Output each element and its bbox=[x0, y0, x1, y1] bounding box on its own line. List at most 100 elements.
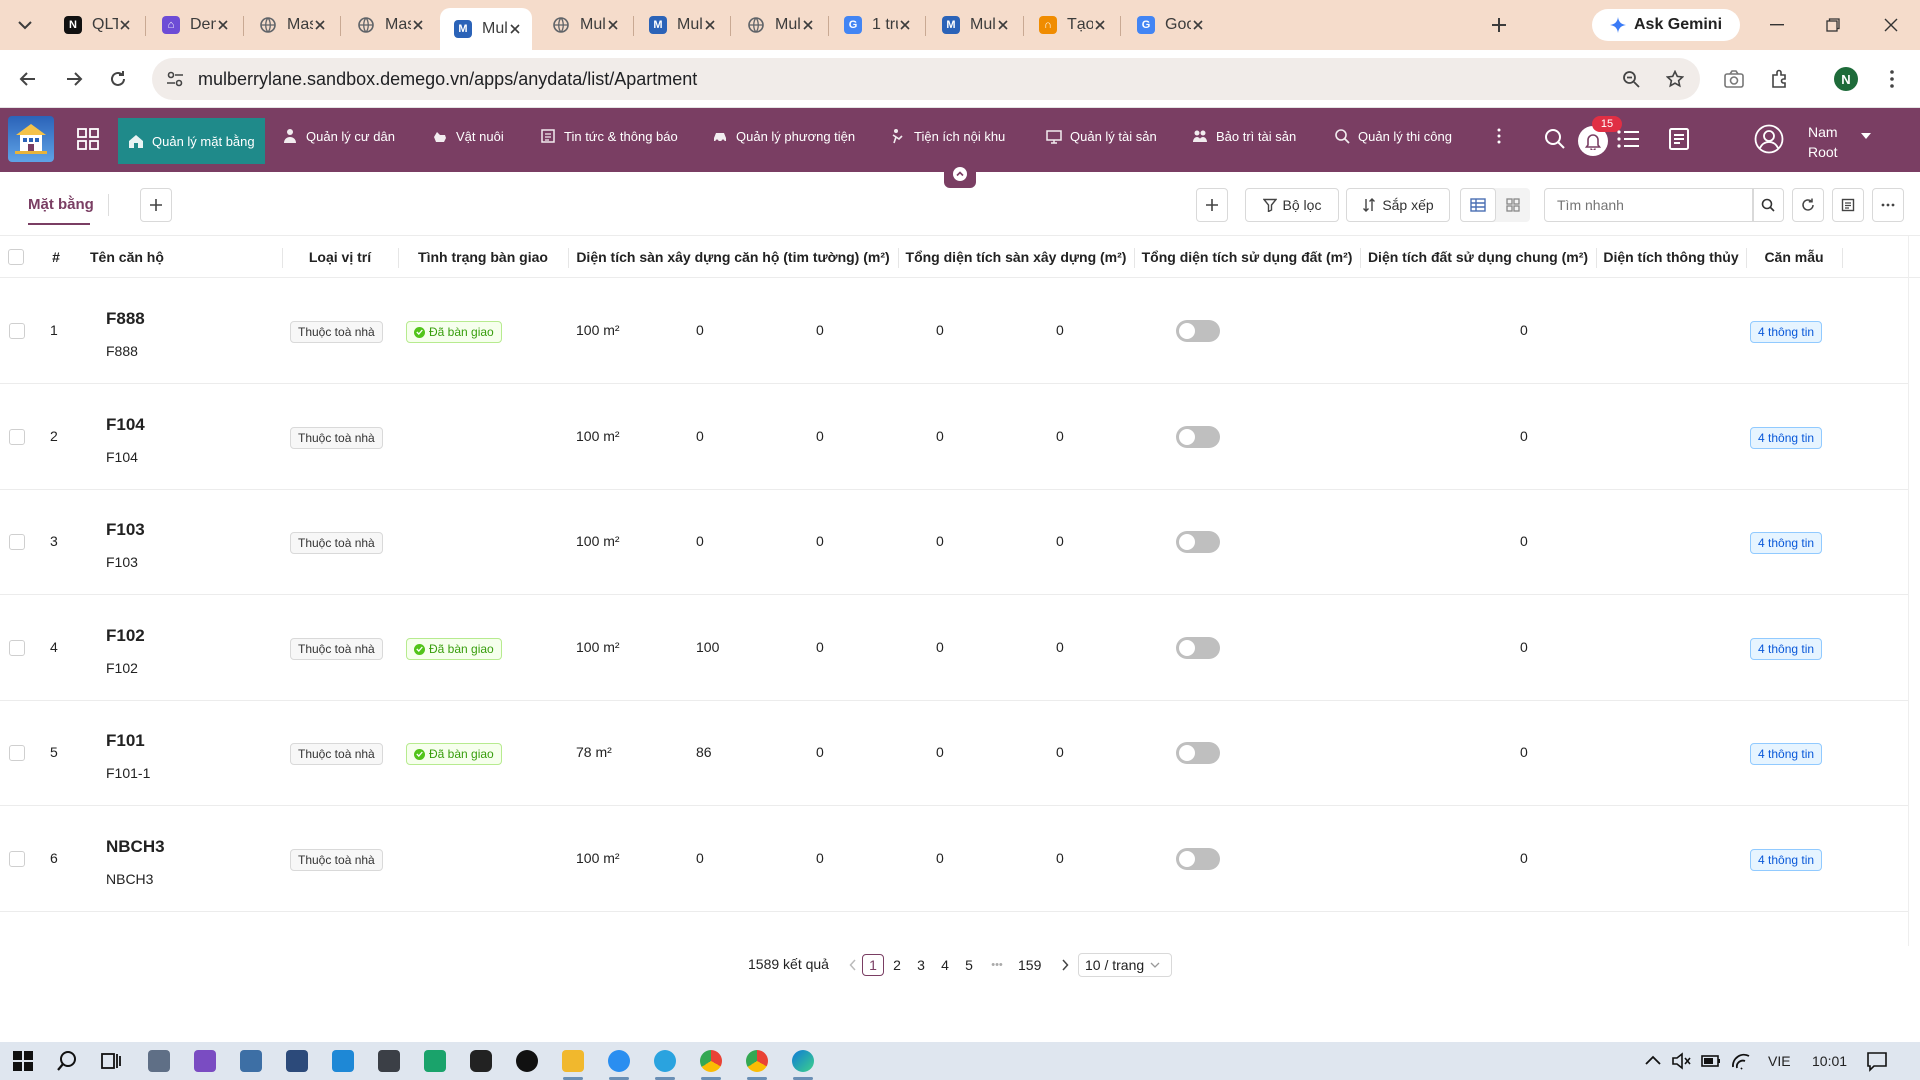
table-row[interactable]: 5 F101 F101-1 Thuộc toà nhà Đã bàn giao 78 m²… bbox=[0, 701, 1908, 806]
apartment-name-link[interactable]: F104 bbox=[106, 415, 145, 435]
page-button[interactable]: 159 bbox=[1018, 954, 1041, 976]
nav-item-8[interactable]: Bảo trì tài sản bbox=[1182, 108, 1306, 164]
nav-item-7[interactable]: Quản lý tài sản bbox=[1036, 108, 1167, 164]
apartment-name-link[interactable]: F102 bbox=[106, 626, 145, 646]
card-view-button[interactable] bbox=[1496, 188, 1530, 222]
info-count-tag[interactable]: 4 thông tin bbox=[1750, 743, 1823, 765]
prev-page-button[interactable] bbox=[842, 954, 864, 976]
apartment-name-link[interactable]: NBCH3 bbox=[106, 837, 165, 857]
quick-search-input[interactable] bbox=[1544, 188, 1754, 222]
back-button[interactable] bbox=[16, 67, 40, 91]
col-sample-unit[interactable]: Căn mẫu bbox=[1746, 236, 1842, 278]
nav-item-4[interactable]: Tin tức & thông báo bbox=[530, 108, 688, 164]
table-row[interactable]: 1 F888 F888 Thuộc toà nhà Đã bàn giao 100 m² 0… bbox=[0, 279, 1908, 384]
row-checkbox[interactable] bbox=[9, 745, 25, 761]
close-tab-button[interactable] bbox=[1093, 16, 1106, 34]
col-handover-status[interactable]: Tình trạng bàn giao bbox=[398, 236, 568, 278]
info-count-tag[interactable]: 4 thông tin bbox=[1750, 849, 1823, 871]
apartment-name-link[interactable]: F103 bbox=[106, 520, 145, 540]
reload-button[interactable] bbox=[106, 67, 130, 91]
user-menu-caret[interactable] bbox=[1860, 132, 1872, 140]
windows-start-icon[interactable] bbox=[12, 1050, 34, 1072]
zalo-icon[interactable] bbox=[608, 1050, 630, 1072]
col-name[interactable]: Tên căn hộ bbox=[90, 236, 164, 278]
app-switcher-button[interactable] bbox=[76, 127, 100, 151]
global-search-button[interactable] bbox=[1544, 128, 1566, 150]
file-explorer-icon[interactable] bbox=[562, 1050, 584, 1072]
close-tab-button[interactable] bbox=[411, 16, 424, 34]
notification-center-icon[interactable] bbox=[1866, 1050, 1888, 1072]
camera-app-icon[interactable] bbox=[148, 1050, 170, 1072]
page-ellipsis[interactable]: ••• bbox=[986, 954, 1008, 976]
col-index[interactable]: # bbox=[40, 236, 72, 278]
sample-unit-switch[interactable] bbox=[1176, 426, 1220, 448]
next-page-button[interactable] bbox=[1054, 954, 1076, 976]
row-checkbox[interactable] bbox=[9, 323, 25, 339]
sample-unit-switch[interactable] bbox=[1176, 320, 1220, 342]
browser-tab[interactable]: M Mull bbox=[928, 8, 1020, 42]
col-total-land-use-area[interactable]: Tổng diện tích sử dụng đất (m²) bbox=[1134, 236, 1360, 278]
table-row[interactable]: 4 F102 F102 Thuộc toà nhà Đã bàn giao 100 m² 1… bbox=[0, 596, 1908, 701]
tray-overflow-icon[interactable] bbox=[1642, 1050, 1664, 1072]
cube-app-icon[interactable] bbox=[378, 1050, 400, 1072]
battery-icon[interactable] bbox=[1700, 1050, 1722, 1072]
wifi-icon[interactable] bbox=[1730, 1050, 1752, 1072]
nav-more-button[interactable] bbox=[1497, 128, 1501, 144]
terminal-app-icon[interactable] bbox=[424, 1050, 446, 1072]
browser-tab[interactable]: ⌂ Dem bbox=[148, 8, 240, 42]
table-row[interactable]: 3 F103 F103 Thuộc toà nhà 100 m² 0 0 0 0 0 4 thông… bbox=[0, 490, 1908, 595]
obs-app-icon[interactable] bbox=[516, 1050, 538, 1072]
info-count-tag[interactable]: 4 thông tin bbox=[1750, 321, 1823, 343]
select-all-checkbox[interactable] bbox=[8, 236, 24, 278]
site-info-icon[interactable] bbox=[164, 68, 186, 90]
visual-studio-icon[interactable] bbox=[194, 1050, 216, 1072]
database-app-icon[interactable] bbox=[240, 1050, 262, 1072]
row-checkbox[interactable] bbox=[9, 534, 25, 550]
taskbar-clock[interactable]: 10:01 bbox=[1812, 1053, 1847, 1069]
user-name[interactable]: Nam Root bbox=[1808, 122, 1838, 162]
nav-item-3[interactable]: Vật nuôi bbox=[422, 108, 514, 164]
browser-tab[interactable]: Mull bbox=[733, 8, 825, 42]
more-actions-button[interactable] bbox=[1872, 188, 1904, 222]
sample-unit-switch[interactable] bbox=[1176, 848, 1220, 870]
row-checkbox[interactable] bbox=[9, 429, 25, 445]
telegram-icon[interactable] bbox=[654, 1050, 676, 1072]
input-language[interactable]: VIE bbox=[1768, 1053, 1791, 1069]
browser-tab[interactable]: G Goo bbox=[1123, 8, 1215, 42]
forward-button[interactable] bbox=[62, 67, 86, 91]
close-tab-button[interactable] bbox=[801, 16, 814, 34]
quick-search-button[interactable] bbox=[1752, 188, 1784, 222]
chrome-profile-icon[interactable] bbox=[746, 1050, 768, 1072]
task-view-icon[interactable] bbox=[100, 1050, 122, 1072]
browser-tab[interactable]: G 1 tru bbox=[830, 8, 922, 42]
screenshot-camera-button[interactable] bbox=[1722, 67, 1746, 91]
browser-tab[interactable]: Mas bbox=[343, 8, 435, 42]
task-list-button[interactable] bbox=[1616, 128, 1640, 150]
refresh-button[interactable] bbox=[1792, 188, 1824, 222]
add-record-button[interactable] bbox=[1196, 188, 1228, 222]
edge-icon[interactable] bbox=[792, 1050, 814, 1072]
close-tab-button[interactable] bbox=[508, 20, 521, 38]
minimize-button[interactable] bbox=[1766, 14, 1788, 36]
browser-tab[interactable]: Mull bbox=[538, 8, 630, 42]
close-window-button[interactable] bbox=[1880, 14, 1902, 36]
col-total-floor-area[interactable]: Tổng diện tích sàn xây dựng (m²) bbox=[898, 236, 1134, 278]
address-bar[interactable]: mulberrylane.sandbox.demego.vn/apps/anyd… bbox=[152, 58, 1700, 100]
sql-tool-icon[interactable] bbox=[286, 1050, 308, 1072]
sample-unit-switch[interactable] bbox=[1176, 637, 1220, 659]
tab-mat-bang[interactable]: Mặt bằng bbox=[28, 196, 94, 213]
zoom-icon[interactable] bbox=[1620, 68, 1642, 90]
close-tab-button[interactable] bbox=[216, 16, 229, 34]
col-clear-area[interactable]: Diện tích thông thủy bbox=[1596, 236, 1746, 278]
browser-tab[interactable]: M Mull bbox=[635, 8, 727, 42]
sample-unit-switch[interactable] bbox=[1176, 742, 1220, 764]
table-row[interactable]: 2 F104 F104 Thuộc toà nhà 100 m² 0 0 0 0 0 4 thông… bbox=[0, 385, 1908, 490]
nav-item-1[interactable]: Quản lý mặt bằng bbox=[118, 118, 265, 164]
close-tab-button[interactable] bbox=[313, 16, 326, 34]
close-tab-button[interactable] bbox=[898, 16, 911, 34]
taskbar-search-icon[interactable] bbox=[56, 1050, 78, 1072]
apartment-name-link[interactable]: F101 bbox=[106, 731, 145, 751]
browser-tab[interactable]: ∩ Tạo bbox=[1025, 8, 1117, 42]
info-count-tag[interactable]: 4 thông tin bbox=[1750, 532, 1823, 554]
add-tab-button[interactable] bbox=[140, 188, 172, 222]
